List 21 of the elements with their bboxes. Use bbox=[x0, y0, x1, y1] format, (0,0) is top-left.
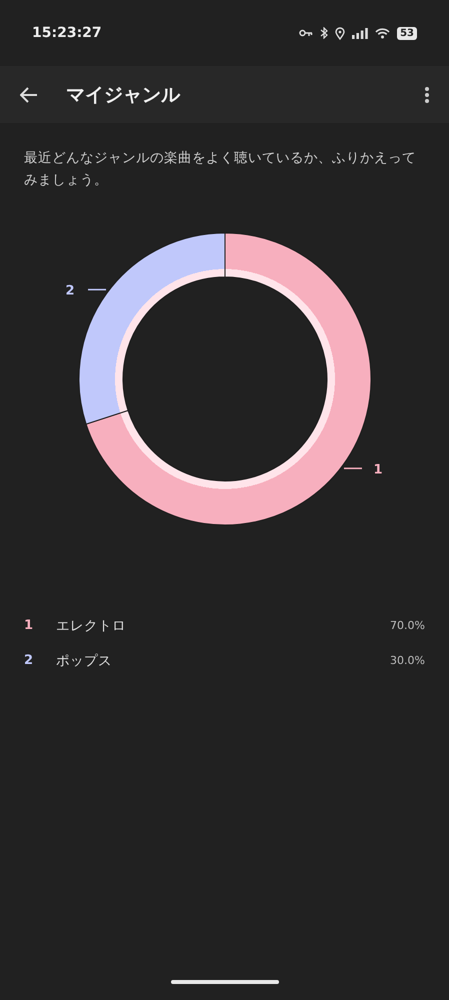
page-title: マイジャンル bbox=[66, 82, 182, 108]
more-vertical-icon bbox=[425, 86, 429, 102]
leader-line bbox=[344, 468, 362, 470]
leader-line bbox=[88, 288, 106, 290]
signal-icon bbox=[352, 28, 368, 38]
genre-percent: 70.0% bbox=[390, 619, 425, 632]
slice-label: 2 bbox=[66, 284, 75, 299]
battery-icon: 53 bbox=[397, 26, 417, 40]
genre-percent: 30.0% bbox=[390, 654, 425, 667]
status-time: 15:23:27 bbox=[32, 25, 102, 41]
back-arrow-icon bbox=[20, 86, 38, 102]
legend-rank: 1 bbox=[24, 618, 34, 633]
wifi-icon bbox=[375, 28, 390, 38]
location-icon bbox=[335, 26, 346, 40]
key-icon bbox=[299, 29, 314, 37]
slice-label: 1 bbox=[373, 462, 382, 478]
legend-rank: 2 bbox=[24, 653, 34, 668]
genre-name: エレクトロ bbox=[56, 616, 127, 634]
description-text: 最近どんなジャンルの楽曲をよく聴いているか、ふりかえってみましょう。 bbox=[24, 149, 417, 190]
bluetooth-icon bbox=[320, 27, 328, 39]
genre-name: ポップス bbox=[56, 652, 113, 670]
